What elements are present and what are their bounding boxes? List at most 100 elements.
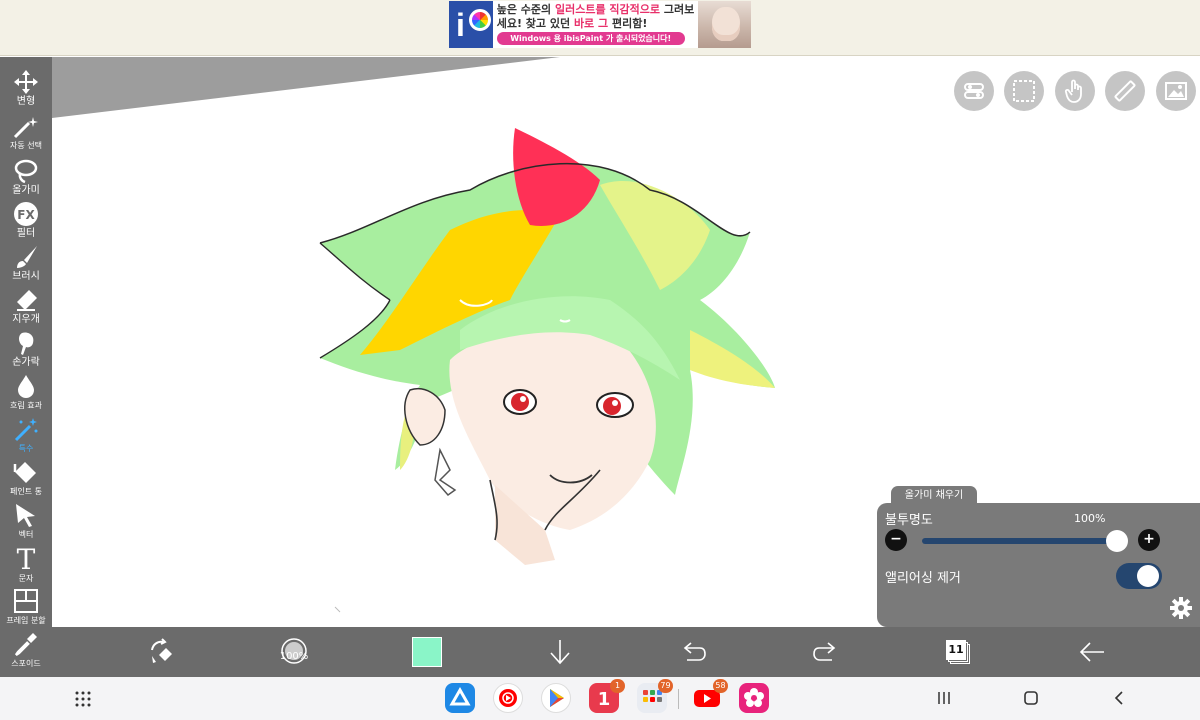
dock-app-folder-icon[interactable]: 79 [637,679,673,713]
blur-drop-icon [18,375,34,398]
undo-button[interactable] [677,627,709,677]
dock-app-flower-icon[interactable] [739,683,769,713]
antialias-toggle[interactable] [1116,563,1162,589]
bottom-toolbar: 100% 11 [52,627,1200,677]
opacity-decrease-button[interactable]: − [885,529,907,551]
tool-label: 흐림 효과 [10,401,42,410]
app-root: i 높은 수준의 일러스트를 직감적으로 그려보 세요! 찾고 있던 바로 그 … [0,0,1200,720]
drive-icon [449,686,471,706]
ad-bar: i 높은 수준의 일러스트를 직감적으로 그려보 세요! 찾고 있던 바로 그 … [0,0,1200,56]
system-nav-bar: 1 1 79 58 [0,677,1200,720]
undo-icon [683,642,706,661]
tool-label: 특수 [18,444,34,453]
pen-eraser-switch-button[interactable] [144,627,180,677]
svg-text:1: 1 [598,689,611,710]
brush-size-value: 100% [279,651,309,662]
current-color-swatch [412,637,442,667]
reference-image-button[interactable] [1156,71,1196,111]
back-button[interactable] [1076,627,1108,677]
opacity-slider-knob[interactable] [1106,530,1128,552]
selection-icon [1013,80,1035,102]
tool-label: 페인트 통 [10,487,42,496]
hand-icon [1064,79,1082,103]
tool-transform[interactable]: 변형 [0,69,52,108]
ruler-icon [1114,80,1136,102]
toggle-panels-icon [964,83,984,99]
tool-brush[interactable]: 브러시 [0,244,52,283]
tool-lasso[interactable]: 올가미 [0,158,52,197]
dock-app-play-store-icon[interactable] [541,683,571,713]
redo-button[interactable] [810,627,842,677]
pen-eraser-switch-icon [151,638,172,663]
smudge-icon [19,332,34,355]
tool-label: 올가미 [12,185,40,196]
image-icon [1165,82,1187,100]
tool-label: 벡터 [18,530,34,539]
brush-icon [17,246,37,268]
left-toolbar: 변형 자동 선택 올가미 FX 필터 브러시 지우개 손가락 흐림 효과 특수 … [0,57,52,677]
redo-icon [813,642,836,661]
tool-label: 손가락 [12,357,40,368]
tool-eraser[interactable]: 지우개 [0,287,52,326]
ibispaint-logo: i [449,1,493,48]
ad-banner[interactable]: i 높은 수준의 일러스트를 직감적으로 그려보 세요! 찾고 있던 바로 그 … [449,1,751,48]
tool-label: 필터 [16,228,36,239]
tool-label: 자동 선택 [10,141,42,150]
ad-character-image [698,1,751,48]
app-grid-icon[interactable] [75,691,91,707]
layer-count: 11 [948,643,964,656]
layers-icon: 11 [946,640,970,664]
touch-button[interactable] [1055,71,1095,111]
system-back-icon[interactable] [1111,690,1127,706]
notification-badge: 1 [610,679,625,693]
dock-app-drive-icon[interactable] [445,683,475,713]
tool-label: 브러시 [12,271,40,282]
layers-button[interactable]: 11 [942,627,974,677]
antialias-label: 앨리어싱 제거 [885,571,961,586]
recent-apps-icon[interactable] [936,690,952,706]
magic-wand-icon [13,117,38,139]
tool-special[interactable]: 특수 [0,416,52,455]
brush-size-button[interactable]: 100% [276,627,312,677]
move-icon [14,70,38,94]
color-button[interactable] [411,627,443,677]
arrow-left-icon [1079,642,1104,662]
tool-label: 변형 [16,96,36,107]
special-wand-icon [14,418,38,442]
selection-layer-button[interactable] [1004,71,1044,111]
svg-text:FX: FX [17,208,35,222]
dock-app-1-icon[interactable]: 1 1 [589,679,625,713]
tool-label: 지우개 [12,314,40,325]
opacity-label: 불투명도 [885,513,933,528]
opacity-slider-track[interactable] [922,538,1118,544]
text-icon: T [17,544,36,572]
opacity-value: 100% [1074,512,1106,525]
home-icon[interactable] [1023,690,1039,706]
dock-app-youtube-music-icon[interactable] [493,683,523,713]
tool-paint-bucket[interactable]: 페인트 통 [0,459,52,498]
tool-frame-divide[interactable]: 프레임 분할 [0,588,52,627]
tool-label: 스포이드 [11,659,41,668]
frame-divide-icon [14,589,38,613]
tool-auto-select[interactable]: 자동 선택 [0,115,52,152]
tool-vector[interactable]: 벡터 [0,502,52,541]
tool-blur[interactable]: 흐림 효과 [0,373,52,412]
ad-pill: Windows 용 ibisPaint 가 출시되었습니다! [496,32,685,45]
dock-divider [678,689,679,709]
flower-icon [744,688,764,707]
gear-icon[interactable] [1169,596,1193,620]
paint-bucket-icon [13,462,36,483]
eyedropper-icon [14,633,37,657]
ruler-button[interactable] [1105,71,1145,111]
youtube-music-icon [499,689,517,707]
notification-badge: 79 [658,679,673,693]
download-button[interactable] [544,627,576,677]
toggle-panel-button[interactable] [954,71,994,111]
tool-filter[interactable]: FX 필터 [0,201,52,240]
opacity-increase-button[interactable]: + [1138,529,1160,551]
dock-app-youtube-icon[interactable]: 58 [692,679,728,713]
notification-badge: 58 [713,679,728,693]
tool-text[interactable]: T 문자 [0,544,52,585]
tool-smudge[interactable]: 손가락 [0,330,52,369]
tool-eyedropper[interactable]: 스포이드 [0,631,52,670]
